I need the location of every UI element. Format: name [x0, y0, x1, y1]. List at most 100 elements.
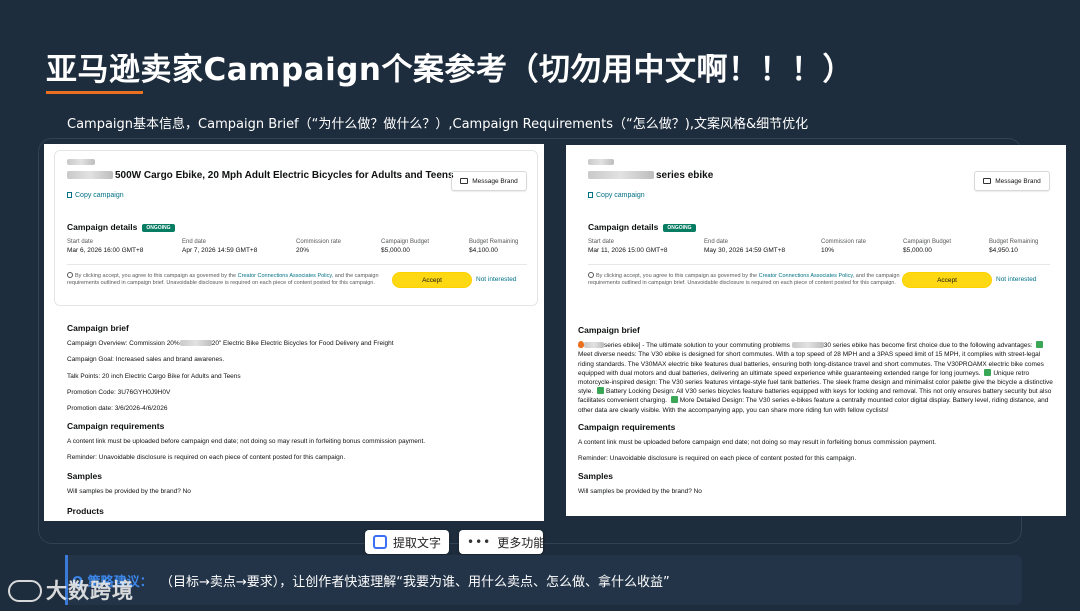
- samples-text: Will samples be provided by the brand? N…: [67, 487, 191, 495]
- message-icon: [460, 178, 469, 184]
- campaign-title-text: 500W Cargo Ebike, 20 Mph Adult Electric …: [115, 170, 454, 181]
- checkmark-icon: [596, 387, 604, 395]
- campaign-title-text: series ebike: [656, 170, 714, 181]
- copy-campaign-label: Copy campaign: [75, 192, 124, 199]
- metric-label: End date: [182, 239, 207, 245]
- campaign-title: 500W Cargo Ebike, 20 Mph Adult Electric …: [67, 170, 454, 181]
- not-interested-link[interactable]: Not interested: [476, 276, 516, 283]
- metric-campaign-budget: Campaign Budget $5,000.00: [381, 239, 429, 254]
- metric-value: $5,000.00: [381, 247, 410, 254]
- metric-label: Budget Remaining: [469, 239, 519, 245]
- message-brand-label: Message Brand: [472, 177, 518, 185]
- accept-button[interactable]: Accept: [392, 272, 472, 288]
- metric-commission-rate: Commission rate 20%: [296, 239, 341, 254]
- policy-link[interactable]: Creator Connections Associates Policy: [759, 273, 853, 279]
- brief-text: Meet diverse needs: The V30 ebike is des…: [578, 351, 1044, 377]
- metric-start-date: Start date Mar 6, 2026 16:00 GMT+8: [67, 239, 143, 254]
- metric-value: 20%: [296, 247, 310, 254]
- status-badge: ONGOING: [142, 224, 175, 232]
- strategy-text: （目标→卖点→要求），让创作者快速理解“我要为谁、用什么卖点、怎么做、拿什么收益…: [160, 575, 670, 590]
- left-campaign-screenshot: 500W Cargo Ebike, 20 Mph Adult Electric …: [44, 144, 544, 521]
- campaign-details-label: Campaign details: [588, 222, 659, 232]
- brief-goal: Campaign Goal: Increased sales and brand…: [67, 356, 225, 364]
- slide-title: 亚马逊卖家Campaign个案参考（切勿用中文啊！！！）: [46, 52, 854, 88]
- accept-disclaimer: By clicking accept, you agree to this ca…: [588, 272, 908, 287]
- metric-budget-remaining: Budget Remaining $4,100.00: [469, 239, 518, 254]
- message-brand-button[interactable]: Message Brand: [974, 171, 1050, 191]
- accept-button[interactable]: Accept: [902, 272, 992, 288]
- metric-label: Start date: [67, 239, 94, 245]
- campaign-title: series ebike: [588, 170, 713, 181]
- metric-value: $5,000.00: [903, 247, 932, 254]
- more-functions-button[interactable]: ••• 更多功能: [459, 530, 546, 554]
- extract-text-label: 提取文字: [392, 535, 441, 550]
- campaign-details-label: Campaign details: [67, 222, 138, 232]
- more-functions-label: 更多功能: [497, 535, 546, 550]
- metric-value: Mar 6, 2026 16:00 GMT+8: [67, 247, 144, 254]
- metric-label: Campaign Budget: [903, 239, 952, 245]
- blurred-brand-name: [588, 171, 654, 180]
- info-icon: [588, 272, 594, 278]
- campaign-requirements-heading: Campaign requirements: [578, 421, 676, 432]
- brief-talk-points: Talk Points: 20 inch Electric Cargo Bike…: [67, 372, 241, 380]
- campaign-header-card: series ebike Copy campaign Message Brand…: [576, 151, 1060, 311]
- extract-text-button[interactable]: 提取文字: [365, 530, 449, 554]
- watermark: 大数跨境: [8, 575, 134, 605]
- policy-link[interactable]: Creator Connections Associates Policy: [238, 273, 332, 279]
- metric-end-date: End date May 30, 2026 14:59 GMT+8: [704, 239, 785, 254]
- blurred-brand-name: [67, 159, 95, 165]
- metric-end-date: End date Apr 7, 2026 14:59 GMT+8: [182, 239, 257, 254]
- watermark-text: 大数跨境: [46, 579, 134, 603]
- copy-campaign-link[interactable]: Copy campaign: [588, 192, 645, 199]
- requirement-item: Reminder: Unavoidable disclosure is requ…: [578, 455, 857, 463]
- brief-promotion-code: Promotion Code: 3U76GYH0J9H0V: [67, 388, 171, 396]
- not-interested-link[interactable]: Not interested: [996, 276, 1036, 283]
- checkmark-icon: [984, 368, 992, 376]
- campaign-requirements-heading: Campaign requirements: [67, 421, 165, 432]
- copy-campaign-link[interactable]: Copy campaign: [67, 192, 124, 199]
- brief-overview-text: Campaign Overview: Commission 20%: [67, 340, 180, 348]
- checkmark-icon: [1036, 341, 1044, 349]
- metric-budget-remaining: Budget Remaining $4,950.10: [989, 239, 1038, 254]
- brief-overview: Campaign Overview: Commission 20% 20" Ele…: [67, 339, 532, 348]
- divider: [588, 264, 1050, 265]
- metric-label: End date: [704, 239, 729, 245]
- metric-value: May 30, 2026 14:59 GMT+8: [704, 247, 786, 254]
- info-icon: [67, 272, 73, 278]
- blurred-brand-name: [588, 159, 614, 165]
- metric-value: $4,100.00: [469, 247, 498, 254]
- requirement-item: Reminder: Unavoidable disclosure is requ…: [67, 454, 346, 462]
- message-brand-label: Message Brand: [995, 177, 1041, 185]
- copy-icon: [588, 192, 593, 198]
- metric-label: Budget Remaining: [989, 239, 1039, 245]
- metric-start-date: Start date Mar 11, 2026 15:00 GMT+8: [588, 239, 668, 254]
- metric-value: Apr 7, 2026 14:59 GMT+8: [182, 247, 258, 254]
- metric-commission-rate: Commission rate 10%: [821, 239, 866, 254]
- metric-label: Commission rate: [296, 239, 342, 245]
- right-campaign-screenshot: series ebike Copy campaign Message Brand…: [566, 145, 1066, 516]
- metric-value: 10%: [821, 247, 835, 254]
- samples-text: Will samples be provided by the brand? N…: [578, 488, 702, 496]
- divider: [67, 264, 527, 265]
- more-dots-icon: •••: [467, 535, 492, 549]
- title-underline: [46, 91, 143, 94]
- metric-label: Start date: [588, 239, 615, 245]
- brief-text: series ebike] - The ultimate solution to…: [604, 342, 790, 350]
- copy-icon: [67, 192, 72, 198]
- accept-disclaimer: By clicking accept, you agree to this ca…: [67, 272, 387, 287]
- samples-heading: Samples: [578, 471, 613, 482]
- slide-subtitle: Campaign基本信息，Campaign Brief（“为什么做？做什么？）,…: [67, 117, 809, 132]
- brief-overview-text: 20" Electric Bike Electric Bicycles for …: [211, 340, 394, 348]
- campaign-header-card: 500W Cargo Ebike, 20 Mph Adult Electric …: [54, 150, 538, 306]
- blurred-brand-name: [179, 340, 212, 347]
- blurred-brand-name: [584, 342, 604, 349]
- copy-campaign-label: Copy campaign: [596, 192, 645, 199]
- message-brand-button[interactable]: Message Brand: [451, 171, 527, 191]
- campaign-metrics: Start date Mar 6, 2026 16:00 GMT+8 End da…: [67, 239, 537, 261]
- campaign-brief-section: Campaign brief series ebike] - The ultim…: [578, 324, 1056, 504]
- requirement-item: A content link must be uploaded before c…: [67, 438, 426, 446]
- metric-value: Mar 11, 2026 15:00 GMT+8: [588, 247, 668, 254]
- products-heading: Products: [67, 505, 104, 516]
- campaign-details-heading: Campaign details ONGOING: [588, 222, 696, 232]
- campaign-brief-section: Campaign brief Campaign Overview: Commis…: [67, 322, 532, 521]
